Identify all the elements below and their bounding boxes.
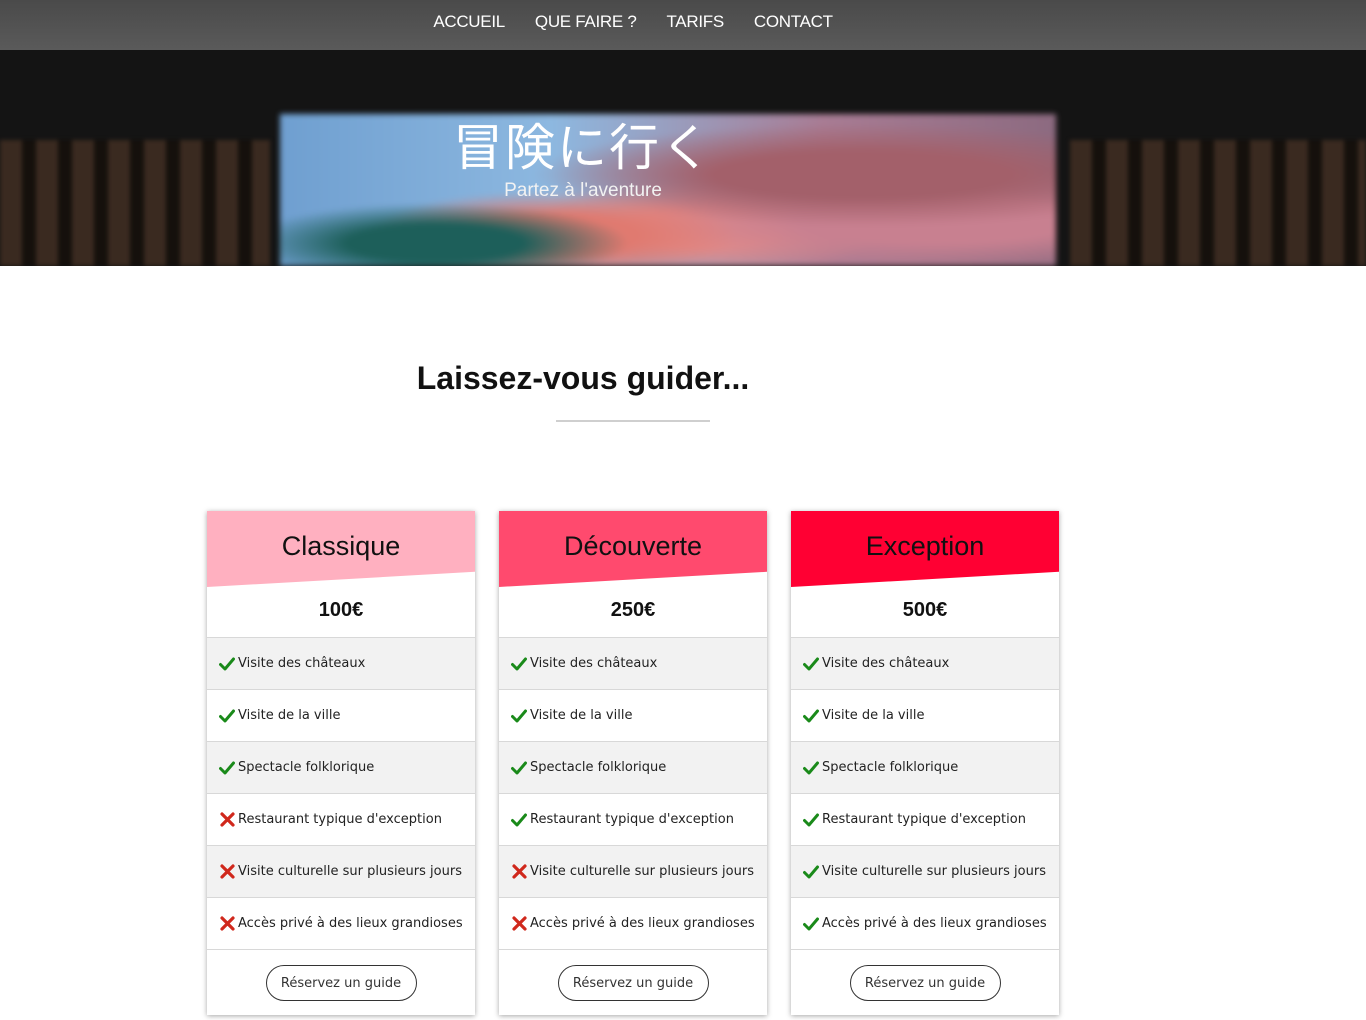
cross-icon	[217, 812, 237, 827]
feature-label: Accès privé à des lieux grandioses	[530, 916, 755, 931]
feature-item: Visite de la ville	[207, 690, 475, 742]
plan-name: Exception	[865, 531, 985, 561]
nav-link-contact[interactable]: CONTACT	[754, 12, 833, 32]
feature-item: Accès privé à des lieux grandioses	[207, 898, 475, 950]
cross-icon	[509, 864, 529, 879]
plan-name: Classique	[281, 531, 401, 561]
top-nav: ACCUEIL QUE FAIRE ? TARIFS CONTACT	[0, 0, 1366, 50]
feature-list: Visite des châteaux Visite de la ville Spe…	[791, 638, 1059, 950]
hero-banner: 冒険に行く Partez à l'aventure	[0, 50, 1366, 266]
nav-items: ACCUEIL QUE FAIRE ? TARIFS CONTACT	[433, 12, 833, 32]
check-icon	[509, 657, 529, 671]
feature-item: Visite de la ville	[791, 690, 1059, 742]
check-icon	[801, 657, 821, 671]
feature-item: Restaurant typique d'exception	[207, 794, 475, 846]
feature-item: Visite des châteaux	[207, 638, 475, 690]
feature-label: Visite de la ville	[530, 708, 633, 723]
check-icon	[509, 813, 529, 827]
check-icon	[217, 761, 237, 775]
feature-label: Spectacle folklorique	[822, 760, 959, 775]
cross-icon	[217, 916, 237, 931]
feature-label: Visite culturelle sur plusieurs jours	[238, 864, 462, 879]
card-header: Exception	[791, 511, 1059, 587]
feature-item: Visite culturelle sur plusieurs jours	[791, 846, 1059, 898]
feature-item: Accès privé à des lieux grandioses	[499, 898, 767, 950]
plan-price: 500€	[791, 587, 1059, 638]
card-header: Découverte	[499, 511, 767, 587]
check-icon	[801, 865, 821, 879]
plan-price: 250€	[499, 587, 767, 638]
feature-label: Accès privé à des lieux grandioses	[238, 916, 463, 931]
feature-label: Restaurant typique d'exception	[822, 812, 1026, 827]
feature-label: Visite des châteaux	[238, 656, 366, 671]
cross-icon	[217, 864, 237, 879]
card-footer: Réservez un guide	[791, 950, 1059, 1016]
feature-label: Spectacle folklorique	[530, 760, 667, 775]
feature-label: Visite culturelle sur plusieurs jours	[530, 864, 754, 879]
feature-label: Visite de la ville	[822, 708, 925, 723]
check-icon	[217, 657, 237, 671]
pricing-card-exception: Exception 500€ Visite des châteaux Visite d…	[791, 511, 1059, 1015]
feature-label: Restaurant typique d'exception	[238, 812, 442, 827]
feature-label: Accès privé à des lieux grandioses	[822, 916, 1047, 931]
section-heading: Laissez-vous guider...	[416, 360, 750, 396]
plan-name: Découverte	[563, 531, 703, 561]
check-icon	[509, 709, 529, 723]
plan-price: 100€	[207, 587, 475, 638]
hero-title: 冒険に行く	[453, 119, 713, 177]
feature-item: Restaurant typique d'exception	[791, 794, 1059, 846]
feature-item: Restaurant typique d'exception	[499, 794, 767, 846]
card-header: Classique	[207, 511, 475, 587]
check-icon	[801, 761, 821, 775]
feature-label: Restaurant typique d'exception	[530, 812, 734, 827]
cross-icon	[509, 916, 529, 931]
check-icon	[801, 709, 821, 723]
nav-link-que-faire[interactable]: QUE FAIRE ?	[535, 12, 637, 32]
book-guide-button[interactable]: Réservez un guide	[265, 965, 417, 1001]
feature-item: Visite de la ville	[499, 690, 767, 742]
feature-list: Visite des châteaux Visite de la ville Spe…	[499, 638, 767, 950]
feature-label: Visite culturelle sur plusieurs jours	[822, 864, 1046, 879]
check-icon	[217, 709, 237, 723]
feature-label: Visite des châteaux	[530, 656, 658, 671]
feature-label: Spectacle folklorique	[238, 760, 375, 775]
book-guide-button[interactable]: Réservez un guide	[557, 965, 709, 1001]
feature-item: Visite culturelle sur plusieurs jours	[499, 846, 767, 898]
feature-item: Spectacle folklorique	[207, 742, 475, 794]
heading-divider	[556, 420, 710, 422]
feature-item: Visite des châteaux	[499, 638, 767, 690]
check-icon	[801, 917, 821, 931]
check-icon	[509, 761, 529, 775]
hero-subtitle: Partez à l'aventure	[504, 180, 662, 201]
feature-label: Visite de la ville	[238, 708, 341, 723]
feature-item: Visite culturelle sur plusieurs jours	[207, 846, 475, 898]
feature-item: Spectacle folklorique	[791, 742, 1059, 794]
feature-list: Visite des châteaux Visite de la ville Spe…	[207, 638, 475, 950]
nav-link-accueil[interactable]: ACCUEIL	[433, 12, 505, 32]
feature-item: Accès privé à des lieux grandioses	[791, 898, 1059, 950]
card-footer: Réservez un guide	[499, 950, 767, 1016]
feature-item: Spectacle folklorique	[499, 742, 767, 794]
card-footer: Réservez un guide	[207, 950, 475, 1016]
nav-link-tarifs[interactable]: TARIFS	[666, 12, 724, 32]
check-icon	[801, 813, 821, 827]
feature-item: Visite des châteaux	[791, 638, 1059, 690]
feature-label: Visite des châteaux	[822, 656, 950, 671]
pricing-card-decouverte: Découverte 250€ Visite des châteaux Visite …	[499, 511, 767, 1015]
pricing-card-classique: Classique 100€ Visite des châteaux Visite d…	[207, 511, 475, 1015]
book-guide-button[interactable]: Réservez un guide	[849, 965, 1001, 1001]
